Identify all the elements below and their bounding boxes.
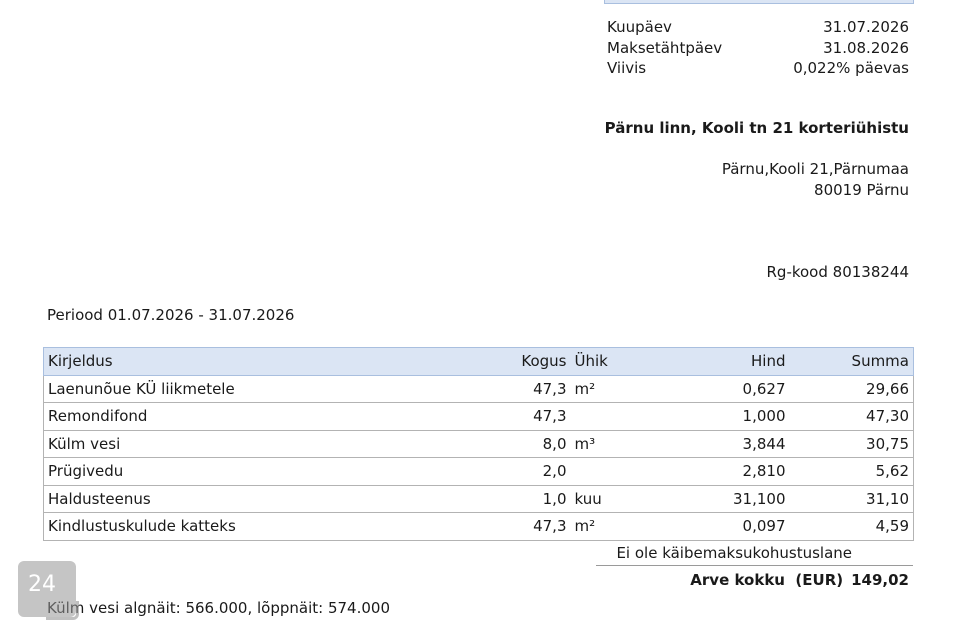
table-header-row: Kirjeldus Kogus Ühik Hind Summa xyxy=(43,347,914,376)
item-price: 1,000 xyxy=(665,402,790,431)
meta-row-date: Kuupäev 31.07.2026 xyxy=(607,17,909,38)
item-unit: kuu xyxy=(570,484,666,513)
item-quantity: 47,3 xyxy=(433,512,571,541)
item-description: Kindlustuskulude katteks xyxy=(43,512,434,541)
recipient-address-line1: Pärnu,Kooli 21,Pärnumaa xyxy=(721,160,909,178)
item-description: Laenunõue KÜ liikmetele xyxy=(43,374,434,403)
item-quantity: 8,0 xyxy=(433,429,571,458)
column-header-unit: Ühik xyxy=(570,347,666,376)
item-unit: m² xyxy=(570,374,666,403)
item-unit xyxy=(570,402,666,431)
recipient-reg-code: Rg-kood 80138244 xyxy=(766,263,910,281)
total-divider xyxy=(596,565,913,566)
item-sum: 47,30 xyxy=(789,402,914,431)
item-sum: 31,10 xyxy=(789,484,914,513)
item-sum: 30,75 xyxy=(789,429,914,458)
item-description: Külm vesi xyxy=(43,429,434,458)
item-description: Remondifond xyxy=(43,402,434,431)
item-quantity: 2,0 xyxy=(433,457,571,486)
item-unit xyxy=(570,457,666,486)
column-header-price: Hind xyxy=(665,347,790,376)
table-row: Haldusteenus 1,0 kuu 31,100 31,10 xyxy=(43,484,914,513)
header-box-edge xyxy=(604,0,914,4)
meta-label: Viivis xyxy=(607,59,647,77)
item-quantity: 47,3 xyxy=(433,374,571,403)
invoice-items-table: Kirjeldus Kogus Ühik Hind Summa Laenunõu… xyxy=(43,347,914,541)
table-row: Kindlustuskulude katteks 47,3 m² 0,097 4… xyxy=(43,512,914,541)
total-label: Arve kokku (EUR) xyxy=(690,571,844,589)
billing-period: Periood 01.07.2026 - 31.07.2026 xyxy=(47,306,295,324)
recipient-address-line2: 80019 Pärnu xyxy=(814,181,909,199)
table-row: Külm vesi 8,0 m³ 3,844 30,75 xyxy=(43,429,914,458)
meta-value: 31.08.2026 xyxy=(823,38,909,57)
item-sum: 4,59 xyxy=(789,512,914,541)
total-value: 149,02 xyxy=(851,571,909,589)
column-header-quantity: Kogus xyxy=(433,347,571,376)
meta-label: Maksetähtpäev xyxy=(607,38,723,57)
item-quantity: 1,0 xyxy=(433,484,571,513)
item-unit: m³ xyxy=(570,429,666,458)
meta-value: 0,022% päevas xyxy=(793,59,909,77)
badge-text: 24 xyxy=(28,572,56,597)
table-row: Laenunõue KÜ liikmetele 47,3 m² 0,627 29… xyxy=(43,374,914,403)
meta-value: 31.07.2026 xyxy=(823,18,909,36)
site-badge: 24 xyxy=(18,561,79,620)
invoice-total: Arve kokku (EUR) 149,02 xyxy=(690,571,909,589)
item-price: 31,100 xyxy=(665,484,790,513)
item-description: Prügivedu xyxy=(43,457,434,486)
recipient-name: Pärnu linn, Kooli tn 21 korteriühistu xyxy=(604,119,909,137)
badge-corner-mark xyxy=(46,601,79,620)
item-sum: 29,66 xyxy=(789,374,914,403)
meta-row-penalty: Viivis 0,022% päevas xyxy=(607,58,909,79)
table-row: Remondifond 47,3 1,000 47,30 xyxy=(43,402,914,431)
item-sum: 5,62 xyxy=(789,457,914,486)
meta-label: Kuupäev xyxy=(607,18,672,36)
item-price: 0,627 xyxy=(665,374,790,403)
item-price: 0,097 xyxy=(665,512,790,541)
column-header-description: Kirjeldus xyxy=(43,347,434,376)
item-price: 2,810 xyxy=(665,457,790,486)
item-description: Haldusteenus xyxy=(43,484,434,513)
column-header-sum: Summa xyxy=(789,347,914,376)
item-quantity: 47,3 xyxy=(433,402,571,431)
invoice-meta: Kuupäev 31.07.2026 Maksetähtpäev 31.08.2… xyxy=(607,17,909,79)
item-price: 3,844 xyxy=(665,429,790,458)
meter-reading-note: Külm vesi algnäit: 566.000, lõppnäit: 57… xyxy=(47,599,391,617)
item-unit: m² xyxy=(570,512,666,541)
vat-note: Ei ole käibemaksukohustuslane xyxy=(616,544,852,562)
meta-row-due-date: Maksetähtpäev 31.08.2026 xyxy=(607,38,909,59)
table-row: Prügivedu 2,0 2,810 5,62 xyxy=(43,457,914,486)
